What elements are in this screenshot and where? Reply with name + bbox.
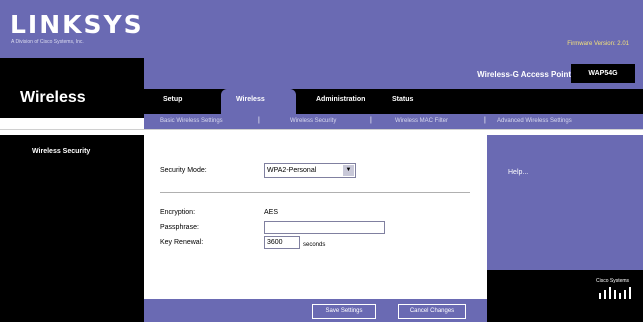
- passphrase-input[interactable]: [264, 221, 385, 234]
- footer-left: [0, 299, 144, 322]
- section-label-wireless-security: Wireless Security: [32, 148, 91, 155]
- tab-status[interactable]: Status: [392, 96, 413, 103]
- firmware-version: Firmware Version: 2.01: [567, 41, 629, 47]
- product-name: Wireless-G Access Point: [477, 70, 571, 79]
- security-mode-value: WPA2-Personal: [267, 167, 317, 174]
- form-divider: [160, 192, 470, 193]
- subtab-wireless-mac-filter[interactable]: Wireless MAC Filter: [395, 118, 448, 124]
- left-column: [0, 135, 144, 299]
- section-title: Wireless: [20, 89, 86, 106]
- security-mode-select[interactable]: WPA2-Personal ▼: [264, 163, 356, 178]
- section-title-box: [0, 58, 144, 118]
- subtab-separator: |: [258, 117, 260, 124]
- security-mode-label: Security Mode:: [160, 167, 207, 174]
- encryption-value: AES: [264, 209, 279, 216]
- logo-subtitle: A Division of Cisco Systems, Inc.: [11, 39, 84, 45]
- subtab-basic-wireless-settings[interactable]: Basic Wireless Settings: [160, 118, 223, 124]
- linksys-logo: LINKSYS: [10, 10, 144, 39]
- chevron-down-icon[interactable]: ▼: [343, 165, 354, 176]
- subtab-separator: |: [484, 117, 486, 124]
- cisco-systems-logo-text: Cisco Systems: [596, 278, 630, 284]
- subtab-separator: |: [370, 117, 372, 124]
- settings-pane: [144, 135, 487, 299]
- encryption-label: Encryption:: [160, 209, 196, 216]
- cisco-bars-icon: [599, 287, 631, 299]
- key-renewal-input[interactable]: [264, 236, 300, 249]
- key-renewal-label: Key Renewal:: [160, 239, 204, 246]
- tab-administration[interactable]: Administration: [316, 96, 365, 103]
- help-link[interactable]: Help...: [508, 169, 528, 176]
- save-settings-button[interactable]: Save Settings: [312, 304, 376, 319]
- key-renewal-unit: seconds: [303, 242, 326, 248]
- passphrase-label: Passphrase:: [160, 224, 199, 231]
- tab-setup[interactable]: Setup: [163, 96, 182, 103]
- tab-wireless[interactable]: Wireless: [236, 96, 265, 103]
- cancel-changes-button[interactable]: Cancel Changes: [398, 304, 466, 319]
- subtab-wireless-security[interactable]: Wireless Security: [290, 118, 336, 124]
- subtab-advanced-wireless-settings[interactable]: Advanced Wireless Settings: [497, 118, 572, 124]
- model-badge: WAP54G: [571, 64, 635, 83]
